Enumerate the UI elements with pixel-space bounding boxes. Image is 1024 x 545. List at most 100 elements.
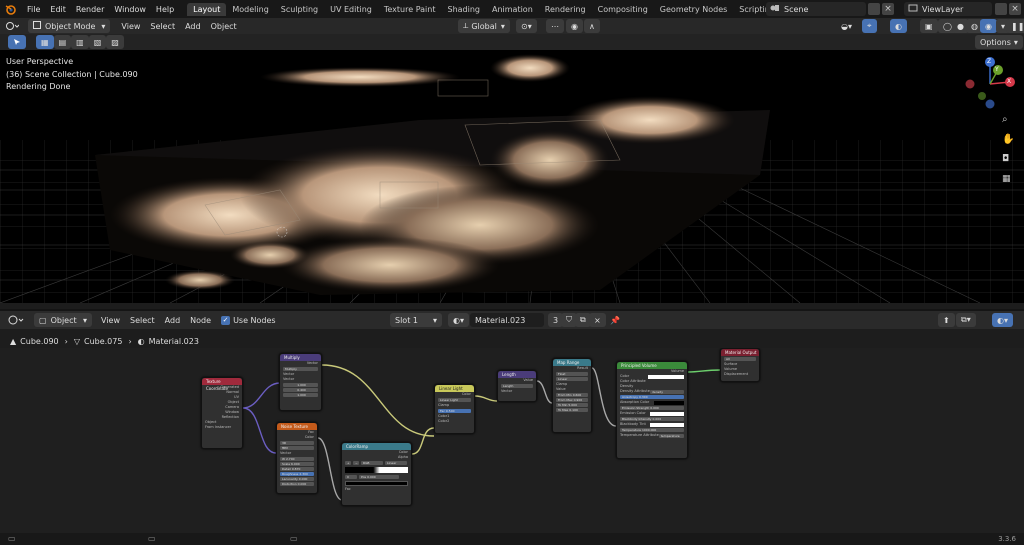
node-value-field[interactable]: Temperature 1000.000 <box>620 428 684 432</box>
menu-node-select[interactable]: Select <box>125 313 160 327</box>
menu-add[interactable]: Add <box>180 19 206 33</box>
node-fac-field[interactable]: Fac 0.500 <box>438 409 471 413</box>
node-value-field[interactable]: Distortion 0.000 <box>280 482 314 486</box>
node-overlay-icon[interactable]: ◐▾ <box>992 313 1013 327</box>
node-principled-volume[interactable]: Principled Volume Volume Color Color Att… <box>616 361 688 459</box>
proportional-falloff-dropdown[interactable]: ∧ <box>584 19 600 33</box>
select-new-icon[interactable]: ▦ <box>36 35 54 49</box>
node-value-field[interactable]: 1.000 <box>283 383 318 387</box>
transform-orientation-dropdown[interactable]: ⟂ Global ▾ <box>458 19 510 33</box>
node-value-field[interactable]: 1.000 <box>283 393 318 397</box>
node-value-field[interactable]: Detail 0.870 <box>280 467 314 471</box>
node-input[interactable]: Absorption Color <box>617 400 687 405</box>
tab-texture-paint[interactable]: Texture Paint <box>378 3 442 16</box>
tab-uv-editing[interactable]: UV Editing <box>324 3 378 16</box>
editor-type-icon[interactable] <box>0 19 24 33</box>
delete-scene-icon[interactable]: × <box>882 3 894 15</box>
shading-rendered-icon[interactable]: ◉ <box>980 19 997 33</box>
navigation-gizmo[interactable]: Z X Y <box>960 56 1020 112</box>
node-operation-dropdown[interactable]: Multiply <box>283 367 318 371</box>
menu-node-add[interactable]: Add <box>160 313 186 327</box>
slot-dropdown[interactable]: Slot 1 ▾ <box>390 313 442 327</box>
tab-shading[interactable]: Shading <box>441 3 486 16</box>
gizmo-axis-z[interactable]: Z <box>987 58 991 65</box>
add-stop-button[interactable]: + <box>345 461 351 465</box>
node-interpolation-dropdown[interactable]: Linear <box>556 377 588 381</box>
node-value-field[interactable]: Emission Strength 0.000 <box>620 406 684 410</box>
remove-stop-button[interactable]: − <box>353 461 359 465</box>
node-editor-type-icon[interactable] <box>2 313 30 327</box>
menu-view[interactable]: View <box>116 19 145 33</box>
select-invert-icon[interactable]: ▧ <box>88 35 107 49</box>
blender-logo-icon[interactable] <box>4 2 18 16</box>
view-layer-selector[interactable]: ViewLayer <box>904 2 992 16</box>
node-editor-canvas[interactable]: Texture Coordinate Generated Normal UV O… <box>0 348 1024 533</box>
node-value-field[interactable]: Blackbody Intensity 0.000 <box>620 417 684 421</box>
node-type-dropdown[interactable]: fBM <box>280 446 314 450</box>
gizmo-axis-y[interactable]: Y <box>995 66 999 73</box>
node-value-field[interactable]: To Max 0.100 <box>556 408 588 412</box>
node-input[interactable]: Blackbody Tint <box>617 422 687 427</box>
pin-icon[interactable]: 📌 <box>605 313 625 327</box>
menu-node-node[interactable]: Node <box>185 313 216 327</box>
select-subtract-icon[interactable]: ▥ <box>71 35 89 49</box>
node-data-type-dropdown[interactable]: Float <box>556 372 588 376</box>
material-name[interactable]: Material.023 <box>475 316 525 325</box>
overlay-toggle-icon[interactable]: ◐ <box>890 19 907 33</box>
3d-viewport[interactable]: User Perspective (36) Scene Collection |… <box>0 50 1024 303</box>
menu-edit[interactable]: Edit <box>45 5 71 14</box>
node-texture-coordinate[interactable]: Texture Coordinate Generated Normal UV O… <box>201 377 243 449</box>
node-colorramp[interactable]: ColorRamp Color Alpha + − RGB Linear 0 P… <box>341 442 412 506</box>
node-text-field[interactable]: density <box>650 389 684 394</box>
camera-view-icon[interactable]: ◘ <box>1002 154 1009 164</box>
node-target-dropdown[interactable]: All <box>724 357 756 361</box>
xray-toggle-icon[interactable]: ▣ <box>920 19 938 33</box>
stop-pos-field[interactable]: Pos 0.000 <box>359 475 399 479</box>
stop-color-swatch[interactable] <box>345 481 408 486</box>
options-dropdown[interactable]: Options ▾ <box>975 35 1023 49</box>
node-material-output[interactable]: Material Output All Surface Volume Displ… <box>720 348 760 382</box>
tab-geometry-nodes[interactable]: Geometry Nodes <box>654 3 733 16</box>
node-checkbox-label[interactable]: Clamp <box>435 403 474 408</box>
tab-sculpting[interactable]: Sculpting <box>275 3 324 16</box>
snap-toggle[interactable]: ⋯ <box>546 19 564 33</box>
menu-window[interactable]: Window <box>109 5 151 14</box>
color-swatch[interactable] <box>650 411 684 416</box>
tab-animation[interactable]: Animation <box>486 3 539 16</box>
node-multiply[interactable]: Multiply Vector Multiply Vector Vector 1… <box>279 353 322 411</box>
visibility-icon[interactable]: ◒▾ <box>836 19 857 33</box>
interpolation-dropdown[interactable]: Linear <box>385 461 407 465</box>
parent-node-tree-icon[interactable]: ⬆ <box>938 313 955 327</box>
color-swatch[interactable] <box>648 374 684 379</box>
view-layer-name[interactable]: ViewLayer <box>922 5 963 14</box>
gizmo-axis-x[interactable]: X <box>1007 78 1011 85</box>
stop-index-field[interactable]: 0 <box>345 475 357 479</box>
new-scene-icon[interactable] <box>868 3 880 15</box>
select-tool-icon[interactable] <box>8 35 26 49</box>
node-value-field[interactable]: From Max 0.900 <box>556 398 588 402</box>
node-value-field[interactable]: W 2.700 <box>280 457 314 461</box>
material-name-field[interactable]: Material.023 <box>470 313 544 327</box>
scene-name[interactable]: Scene <box>784 5 808 14</box>
node-value-field[interactable]: 0.400 <box>283 388 318 392</box>
select-extend-icon[interactable]: ▤ <box>53 35 72 49</box>
orthographic-grid-icon[interactable]: ▦ <box>1002 174 1011 184</box>
node-value-field[interactable]: Roughness 2.300 <box>280 472 314 476</box>
node-value-field[interactable]: From Min 0.600 <box>556 393 588 397</box>
tab-layout[interactable]: Layout <box>187 2 227 16</box>
menu-select[interactable]: Select <box>145 19 180 33</box>
zoom-icon[interactable]: ⌕ <box>1002 114 1008 125</box>
color-ramp-gradient[interactable] <box>345 467 408 473</box>
menu-node-view[interactable]: View <box>96 313 125 327</box>
tab-compositing[interactable]: Compositing <box>592 3 654 16</box>
node-value-field[interactable]: Lacunarity 0.000 <box>280 477 314 481</box>
pivot-dropdown[interactable]: ⊙▾ <box>516 19 537 33</box>
tab-modeling[interactable]: Modeling <box>226 3 274 16</box>
proportional-edit-toggle[interactable]: ◉ <box>566 19 583 33</box>
menu-file[interactable]: File <box>22 5 45 14</box>
new-view-layer-icon[interactable] <box>995 3 1007 15</box>
menu-render[interactable]: Render <box>71 5 109 14</box>
use-nodes-toggle[interactable]: ✓ Use Nodes <box>216 313 281 327</box>
node-blend-dropdown[interactable]: Linear Light <box>438 398 471 402</box>
node-operation-dropdown[interactable]: Length <box>501 384 533 388</box>
